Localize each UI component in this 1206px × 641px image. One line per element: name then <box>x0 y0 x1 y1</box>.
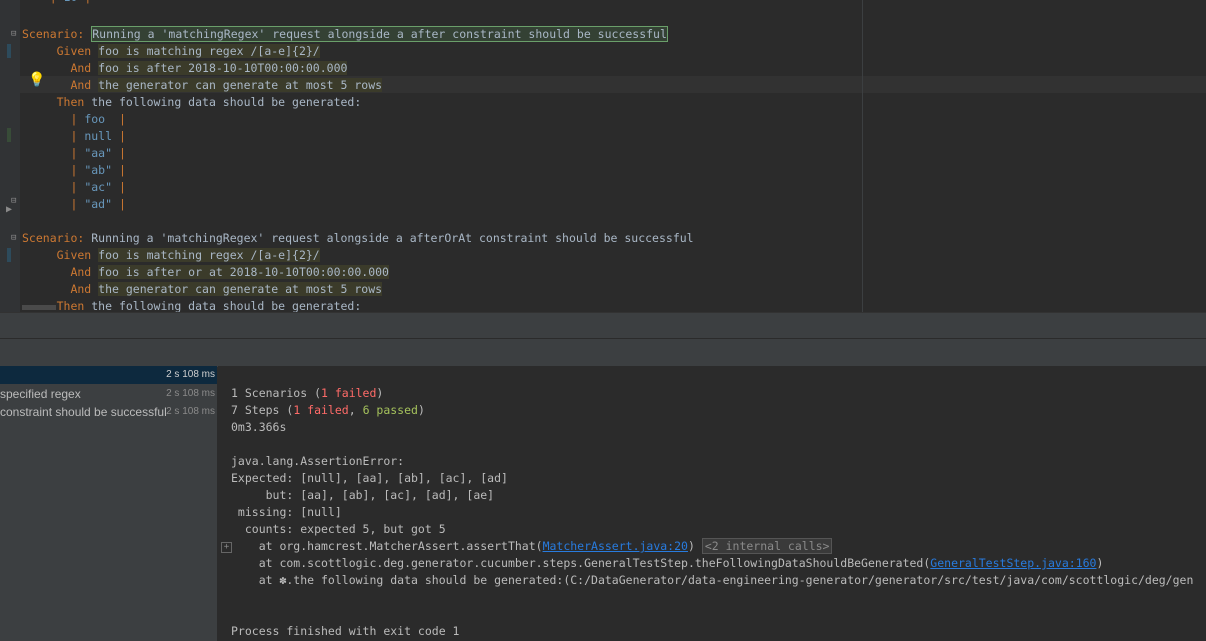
code-line[interactable]: And the generator can generate at most 5… <box>22 281 383 298</box>
test-tree-item[interactable]: specified regex 2 s 108 ms <box>0 385 217 403</box>
code-token: Running a 'matchingRegex' request alongs… <box>91 231 694 245</box>
code-token: | <box>22 129 85 143</box>
console-line-missing: missing: [null] <box>231 505 342 519</box>
code-token: | <box>112 163 126 177</box>
test-results-tree[interactable]: 2 s 108 ms specified regex 2 s 108 ms co… <box>0 366 217 641</box>
test-tree-root[interactable]: 2 s 108 ms <box>0 366 217 384</box>
change-marker <box>7 44 11 58</box>
code-token: foo is after or at 2018-10-10T00:00:00.0… <box>98 265 389 279</box>
code-line[interactable]: Given foo is matching regex /[a-e]{2}/ <box>22 247 320 264</box>
code-token: | <box>77 0 91 4</box>
code-token: And <box>22 282 99 296</box>
code-token: | <box>22 163 85 177</box>
code-line[interactable]: Then the following data should be genera… <box>22 298 362 312</box>
console-line-stack-2: at com.scottlogic.deg.generator.cucumber… <box>231 556 1104 570</box>
code-token: Then <box>22 95 92 109</box>
code-token: "ad" <box>84 197 113 211</box>
code-token: foo is matching regex /[a-e]{2}/ <box>98 44 320 58</box>
test-duration: 2 s 108 ms <box>166 388 215 399</box>
code-token: "aa" <box>84 146 113 160</box>
console-line-exit: Process finished with exit code 1 <box>231 624 460 638</box>
run-toolbar <box>0 338 1206 367</box>
code-token: Given <box>22 248 99 262</box>
test-duration: 2 s 108 ms <box>166 406 215 417</box>
code-token: | <box>112 180 126 194</box>
code-editor[interactable]: ⊟ ⊟ ⊟ ▶ 💡 | 10 |Scenario: Running a 'mat… <box>0 0 1206 312</box>
code-line[interactable]: And foo is after 2018-10-10T00:00:00.000 <box>22 60 348 77</box>
code-token: And <box>22 61 99 75</box>
run-panel-header <box>0 312 1206 339</box>
code-token: Then <box>22 299 92 312</box>
code-token: the generator can generate at most 5 row… <box>98 282 383 296</box>
code-token: | <box>22 146 85 160</box>
code-token: | <box>112 146 126 160</box>
code-token: the following data should be generated: <box>91 299 362 312</box>
change-marker <box>7 128 11 142</box>
code-line[interactable]: | "ad" | <box>22 196 126 213</box>
change-marker <box>7 248 11 262</box>
code-line[interactable]: | "aa" | <box>22 145 126 162</box>
console-line-stack-1: at org.hamcrest.MatcherAssert.assertThat… <box>231 538 833 555</box>
code-line[interactable]: And foo is after or at 2018-10-10T00:00:… <box>22 264 389 281</box>
code-token: | <box>22 180 85 194</box>
internal-calls-fold[interactable]: <2 internal calls> <box>701 538 833 554</box>
code-token: | <box>22 0 64 4</box>
code-line[interactable]: | null | <box>22 128 126 145</box>
console-line-expected: Expected: [null], [aa], [ab], [ac], [ad] <box>231 471 508 485</box>
stack-link[interactable]: GeneralTestStep.java:160 <box>930 556 1096 570</box>
code-line[interactable]: Given foo is matching regex /[a-e]{2}/ <box>22 43 320 60</box>
console-line-but: but: [aa], [ab], [ac], [ad], [ae] <box>231 488 495 502</box>
console-line-counts: counts: expected 5, but got 5 <box>231 522 446 536</box>
code-token: foo is after 2018-10-10T00:00:00.000 <box>98 61 348 75</box>
test-item-label: specified regex <box>0 387 81 401</box>
fold-icon[interactable]: ⊟ <box>11 234 19 243</box>
code-token: | <box>112 129 126 143</box>
test-duration: 2 s 108 ms <box>162 366 215 384</box>
right-margin-guide <box>862 0 863 312</box>
fold-icon[interactable]: ⊟ <box>11 197 19 206</box>
code-token: | <box>105 112 126 126</box>
test-item-label: constraint should be successful <box>0 405 167 419</box>
code-token: Scenario: <box>22 27 92 41</box>
console-line-stack-3: at ✽.the following data should be genera… <box>231 573 1194 587</box>
code-token: foo is matching regex /[a-e]{2}/ <box>98 248 320 262</box>
code-line[interactable]: | 10 | <box>22 0 92 6</box>
code-token: | <box>22 197 85 211</box>
code-token: Scenario: <box>22 231 92 245</box>
code-token: | <box>22 112 85 126</box>
stack-link[interactable]: MatcherAssert.java:20 <box>543 539 688 553</box>
test-tree-item[interactable]: constraint should be successful 2 s 108 … <box>0 403 217 421</box>
code-token: the generator can generate at most 5 row… <box>98 78 383 92</box>
run-gutter-icon[interactable]: ▶ <box>6 204 12 215</box>
console-line-steps: 7 Steps (1 failed, 6 passed) <box>231 403 425 417</box>
code-token: the following data should be generated: <box>91 95 362 109</box>
code-token: 10 <box>64 0 78 4</box>
code-token: null <box>84 129 113 143</box>
code-line[interactable]: | "ab" | <box>22 162 126 179</box>
code-line[interactable]: Then the following data should be genera… <box>22 94 362 111</box>
code-token: | <box>112 197 126 211</box>
code-token: "ac" <box>84 180 113 194</box>
code-line[interactable]: | foo | <box>22 111 126 128</box>
code-line[interactable]: And the generator can generate at most 5… <box>22 77 383 94</box>
code-token: foo <box>84 112 106 126</box>
code-token: "ab" <box>84 163 113 177</box>
code-line[interactable]: Scenario: Running a 'matchingRegex' requ… <box>22 26 668 43</box>
code-token: And <box>22 265 99 279</box>
code-line[interactable]: Scenario: Running a 'matchingRegex' requ… <box>22 230 694 247</box>
console-output[interactable]: 1 Scenarios (1 failed) 7 Steps (1 failed… <box>218 366 1206 641</box>
fold-icon[interactable]: ⊟ <box>11 30 19 39</box>
code-token: Given <box>22 44 99 58</box>
console-line-duration: 0m3.366s <box>231 420 287 434</box>
console-line-scenarios: 1 Scenarios (1 failed) <box>231 386 384 400</box>
code-token: And <box>22 78 99 92</box>
console-line-error: java.lang.AssertionError: <box>231 454 405 468</box>
code-token: Running a 'matchingRegex' request alongs… <box>91 26 668 42</box>
code-line[interactable]: | "ac" | <box>22 179 126 196</box>
